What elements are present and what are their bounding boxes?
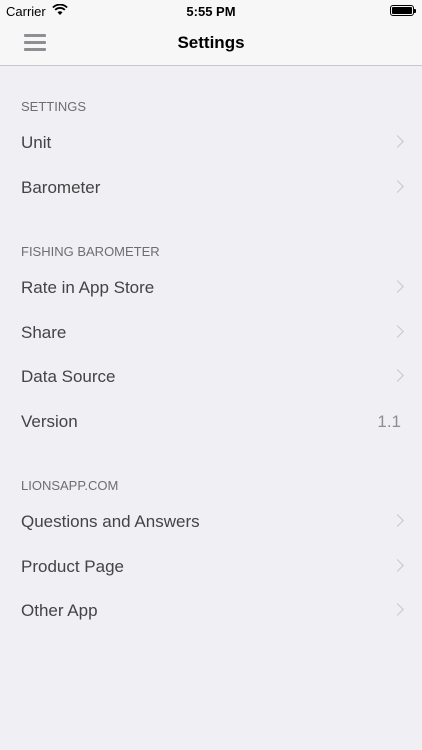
row-other-app[interactable]: Other App: [0, 589, 422, 634]
row-barometer[interactable]: Barometer: [0, 166, 422, 211]
row-version: Version 1.1: [0, 400, 422, 445]
row-label: Product Page: [21, 556, 125, 576]
row-rate-app-store[interactable]: Rate in App Store: [0, 266, 422, 311]
row-questions-answers[interactable]: Questions and Answers: [0, 500, 422, 545]
page-title: Settings: [177, 33, 245, 52]
row-label: Questions and Answers: [21, 512, 200, 531]
section-header-fishing-barometer: FISHING BAROMETER: [21, 244, 160, 259]
version-value: 1.1: [377, 411, 401, 431]
chevron-right-icon: [391, 324, 404, 338]
chevron-right-icon: [391, 558, 404, 572]
row-label: Rate in App Store: [21, 278, 155, 297]
chevron-right-icon: [391, 135, 404, 148]
navigation-bar: Settings: [0, 22, 422, 66]
chevron-right-icon: [391, 179, 404, 193]
row-label: Other App: [21, 601, 98, 620]
battery-icon: [390, 5, 416, 16]
row-data-source[interactable]: Data Source: [0, 355, 422, 400]
chevron-right-icon: [391, 369, 404, 382]
row-label: Version: [21, 411, 78, 431]
chevron-right-icon: [391, 514, 404, 527]
section-header-lionsapp: LIONSAPP.COM: [21, 478, 119, 493]
section-header-settings: SETTINGS: [21, 99, 87, 114]
status-bar: Carrier 5:55 PM: [0, 0, 422, 22]
row-share[interactable]: Share: [0, 311, 422, 356]
clock: 5:55 PM: [186, 4, 236, 19]
row-label: Unit: [21, 133, 52, 152]
row-label: Barometer: [21, 177, 101, 197]
row-label: Data Source: [21, 367, 116, 386]
chevron-right-icon: [391, 603, 404, 616]
row-unit[interactable]: Unit: [0, 121, 422, 166]
chevron-right-icon: [391, 280, 404, 293]
settings-list: SETTINGS Unit Barometer FISHING BAROMETE…: [0, 66, 422, 634]
row-product-page[interactable]: Product Page: [0, 545, 422, 590]
row-label: Share: [21, 322, 67, 342]
